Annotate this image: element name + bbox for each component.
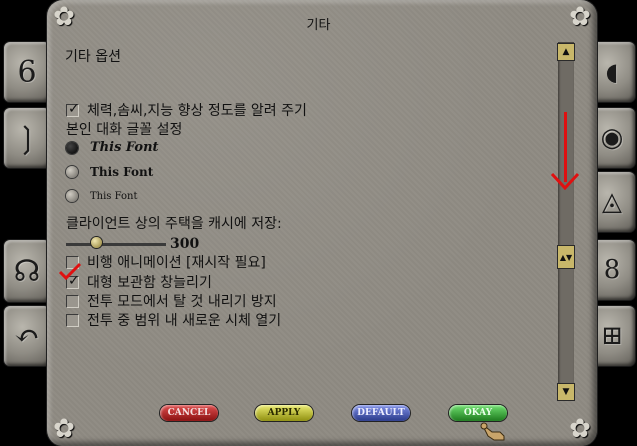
down-arrow-icon: ▼	[562, 387, 570, 397]
face-profile-icon: ☊	[13, 253, 41, 289]
annotation-checkmark-icon	[58, 262, 82, 281]
option-prevent-dismount[interactable]: 전투 모드에서 탈 것 내리기 방지	[66, 291, 277, 311]
option-label: 전투 중 범위 내 새로운 시체 열기	[87, 313, 282, 329]
scrollbar-thumb[interactable]: ▲▼	[558, 246, 574, 268]
section-heading: 기타 옵션	[65, 49, 121, 65]
left-tab-3[interactable]: ☊	[4, 240, 50, 302]
radio-button[interactable]	[66, 166, 78, 178]
font-choice-label: This Font	[90, 165, 154, 179]
option-stat-notify[interactable]: ✓ 체력,솜씨,지능 향상 정도를 알려 주기	[66, 100, 307, 120]
option-label: 전투 모드에서 탈 것 내리기 방지	[87, 294, 277, 310]
option-large-container[interactable]: ✓ 대형 보관함 창늘리기	[66, 272, 212, 292]
checkbox[interactable]	[66, 313, 79, 327]
checkmark-icon: ✓	[68, 100, 80, 117]
corner-ornament-icon: ✿	[569, 414, 591, 444]
cache-slider-track[interactable]	[66, 243, 166, 246]
font-choice-2[interactable]: This Font	[66, 165, 153, 179]
font-setting-text: 본인 대화 글꼴 설정	[66, 122, 183, 138]
window-title: 기타	[306, 18, 331, 33]
font-choice-label: This Font	[90, 190, 138, 202]
option-label: 비행 애니메이션 [재시작 필요]	[87, 255, 266, 271]
scrollbar-track[interactable]	[558, 42, 574, 397]
sextant-icon: 6	[17, 54, 37, 90]
radio-button[interactable]	[66, 141, 78, 154]
okay-button[interactable]: OKAY	[449, 405, 507, 421]
hand-cursor-icon	[480, 422, 505, 441]
corner-ornament-icon: ✿	[53, 414, 75, 444]
cache-slider-knob[interactable]	[91, 237, 102, 248]
left-tab-2[interactable]: ❳	[4, 108, 50, 168]
hook-icon: ❳	[14, 120, 40, 156]
option-flying-animation[interactable]: 비행 애니메이션 [재시작 필요]	[66, 252, 266, 272]
grip-icon: ▲▼	[559, 252, 573, 262]
font-setting-label: 본인 대화 글꼴 설정	[66, 119, 182, 139]
cache-slider-value: 300	[170, 236, 200, 252]
checkbox[interactable]	[66, 294, 79, 308]
option-open-corpses[interactable]: 전투 중 범위 내 새로운 시체 열기	[66, 310, 281, 330]
cache-label-text: 클라이언트 상의 주택을 캐시에 저장:	[66, 216, 282, 232]
radio-button[interactable]	[66, 190, 78, 202]
apply-button[interactable]: APPLY	[255, 405, 313, 421]
up-arrow-icon: ▲	[562, 47, 570, 57]
option-label: 체력,솜씨,지능 향상 정도를 알려 주기	[87, 103, 307, 119]
checkbox[interactable]: ✓	[66, 100, 80, 117]
annotation-arrow-head-icon	[550, 172, 580, 190]
cache-label: 클라이언트 상의 주택을 캐시에 저장:	[66, 213, 282, 233]
cancel-button[interactable]: CANCEL	[160, 405, 218, 421]
scroll-up-button[interactable]: ▲	[558, 44, 574, 60]
scroll-down-button[interactable]: ▼	[558, 384, 574, 400]
left-tab-4[interactable]: ↶	[4, 306, 50, 366]
font-choice-label: This Font	[90, 140, 159, 155]
option-label: 대형 보관함 창늘리기	[87, 275, 212, 291]
return-arrow-icon: ↶	[14, 318, 40, 354]
font-choice-1[interactable]: This Font	[66, 140, 159, 155]
left-tab-1[interactable]: 6	[4, 42, 50, 102]
font-choice-3[interactable]: This Font	[66, 190, 138, 202]
default-button[interactable]: DEFAULT	[352, 405, 410, 421]
